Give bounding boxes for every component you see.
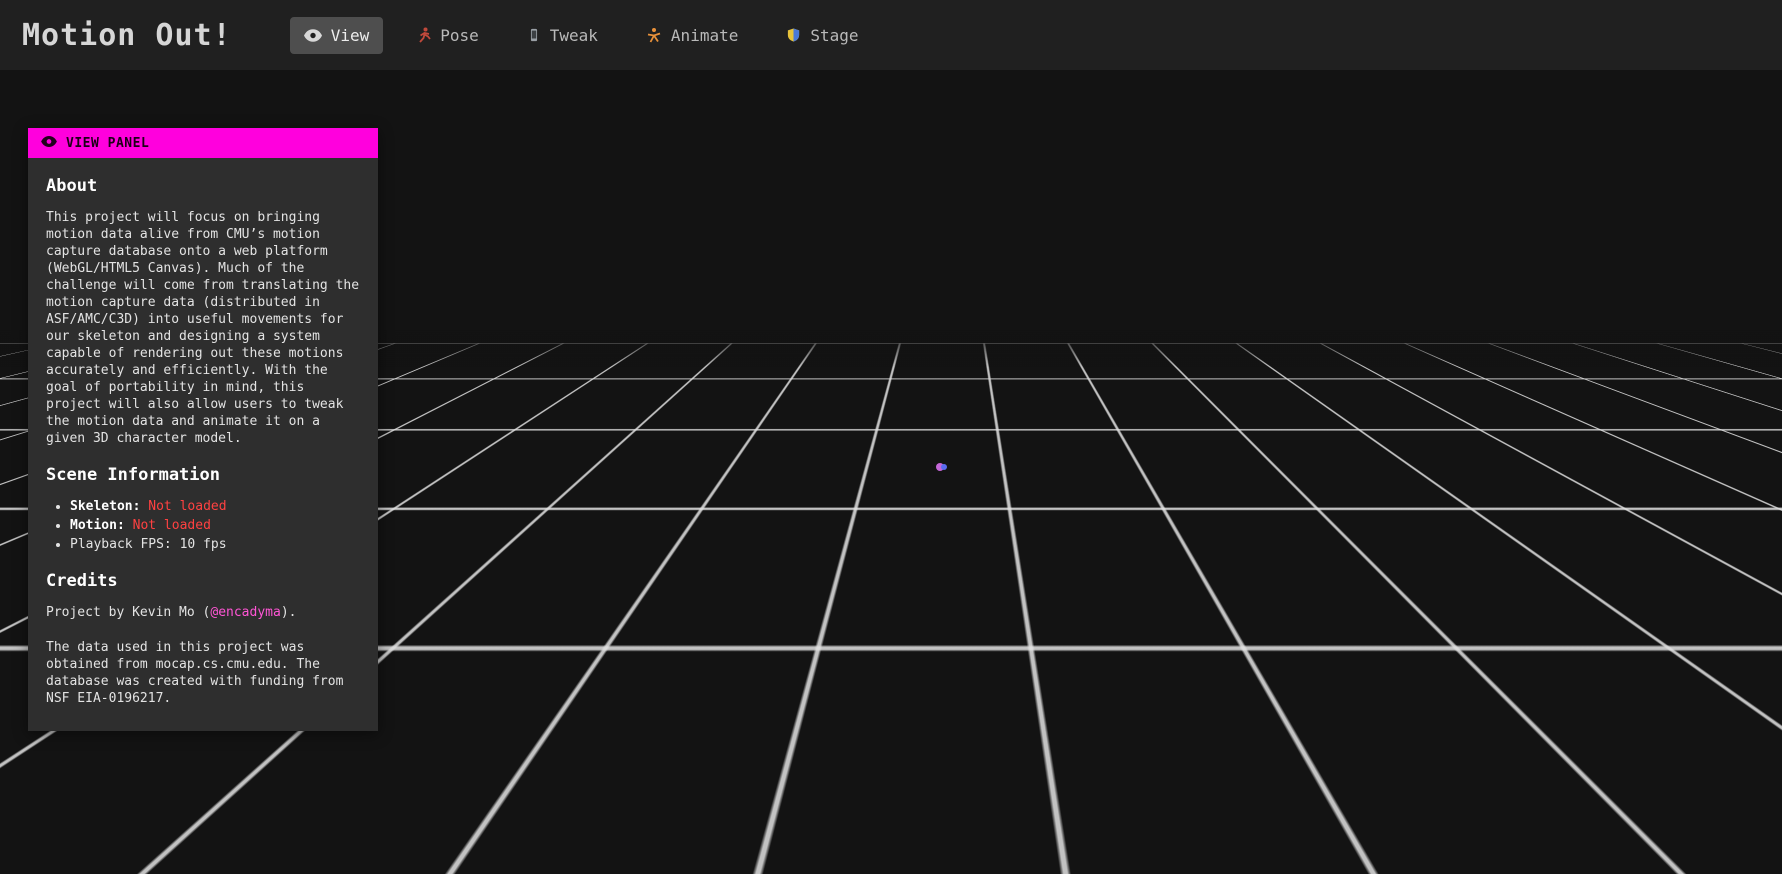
credits-text: ).: [280, 605, 297, 620]
scene-item-value: Not loaded: [148, 499, 227, 514]
view-panel-body: About This project will focus on bringin…: [28, 158, 378, 731]
tab-label: View: [330, 25, 370, 45]
phone-icon: [527, 27, 541, 43]
acrobat-icon: [646, 27, 662, 43]
topbar: Motion Out! View Pose Tweak Animate Stag…: [0, 0, 1782, 70]
main-nav: View Pose Tweak Animate Stage: [289, 16, 873, 54]
scene-item-value: 10 fps: [179, 537, 227, 552]
scene-item-value: Not loaded: [132, 518, 211, 533]
tab-view[interactable]: View: [289, 16, 384, 54]
scene-item-label: Motion:: [70, 518, 125, 533]
credits-heading: Credits: [46, 571, 118, 591]
tab-label: Tweak: [549, 25, 598, 45]
about-heading: About: [46, 176, 98, 196]
view-panel: VIEW PANEL About This project will focus…: [28, 128, 378, 731]
scene-info-list: Skeleton: Not loaded Motion: Not loaded …: [46, 498, 360, 553]
tab-stage[interactable]: Stage: [772, 17, 872, 54]
tab-animate[interactable]: Animate: [632, 17, 752, 54]
view-panel-header: VIEW PANEL: [28, 128, 378, 158]
panel-title: VIEW PANEL: [66, 135, 150, 151]
scene-info-item-fps: Playback FPS: 10 fps: [70, 536, 360, 553]
tab-label: Stage: [810, 25, 859, 45]
scene-info-item-skeleton: Skeleton: Not loaded: [70, 498, 360, 515]
credits-line1: Project by Kevin Mo (@encadyma).: [46, 604, 360, 621]
origin-dot-blue: [941, 464, 947, 470]
runner-icon: [417, 27, 431, 43]
app-title: Motion Out!: [22, 17, 232, 53]
eye-icon: [41, 135, 57, 151]
scene-item-label: Playback FPS:: [70, 537, 172, 552]
credits-line2: The data used in this project was obtain…: [46, 640, 344, 706]
tab-tweak[interactable]: Tweak: [513, 17, 612, 54]
origin-marker: [936, 463, 949, 472]
credits-text: Project by Kevin Mo (: [46, 605, 211, 620]
tab-pose[interactable]: Pose: [403, 17, 493, 54]
tab-label: Pose: [440, 25, 479, 45]
eye-icon: [303, 28, 322, 42]
shield-icon: [786, 27, 801, 43]
scene-item-label: Skeleton:: [70, 499, 141, 514]
tab-label: Animate: [670, 25, 739, 45]
encadyma-link[interactable]: @encadyma: [210, 605, 280, 620]
about-text: This project will focus on bringing moti…: [46, 210, 360, 446]
scene-info-heading: Scene Information: [46, 465, 220, 485]
scene-info-item-motion: Motion: Not loaded: [70, 517, 360, 534]
